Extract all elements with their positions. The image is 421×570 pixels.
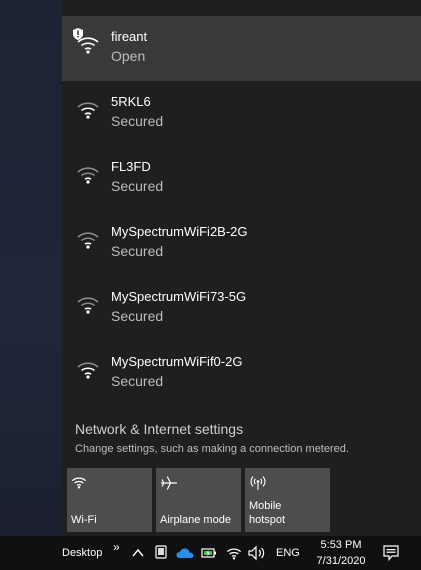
mobile-hotspot-label: Mobile hotspot bbox=[249, 500, 286, 526]
onedrive-icon[interactable] bbox=[176, 546, 194, 564]
wifi-toggle-button[interactable]: Wi-Fi bbox=[67, 468, 152, 532]
taskbar: Desktop » ENG 5:53 PM 7/31/2020 bbox=[0, 536, 421, 570]
clock-date[interactable]: 7/31/2020 bbox=[309, 554, 373, 568]
network-settings-link[interactable]: Network & Internet settings bbox=[75, 419, 405, 439]
shield-warning-icon bbox=[73, 27, 83, 40]
airplane-mode-button[interactable]: Airplane mode bbox=[156, 468, 241, 532]
network-item[interactable]: MySpectrumWiFif0-2G Secured bbox=[62, 341, 421, 406]
network-item[interactable]: FL3FD Secured bbox=[62, 146, 421, 211]
wifi-toggle-label: Wi-Fi bbox=[71, 514, 97, 526]
network-ssid: fireant bbox=[111, 29, 148, 44]
network-ssid: FL3FD bbox=[111, 159, 151, 174]
wifi-signal-icon bbox=[76, 292, 100, 316]
wifi-signal-icon bbox=[76, 227, 100, 251]
network-ssid: 5RKL6 bbox=[111, 94, 151, 109]
wifi-signal-icon bbox=[76, 97, 100, 121]
network-ssid: MySpectrumWiFi2B-2G bbox=[111, 224, 248, 239]
airplane-icon bbox=[160, 474, 237, 496]
tablet-icon[interactable] bbox=[155, 545, 167, 564]
input-language-indicator[interactable]: ENG bbox=[276, 546, 300, 560]
quick-actions: Wi-Fi Airplane mode Mobile hotspot bbox=[67, 468, 417, 532]
network-status: Secured bbox=[111, 178, 164, 194]
network-ssid: MySpectrumWiFi73-5G bbox=[111, 289, 247, 304]
network-status: Secured bbox=[111, 243, 164, 259]
network-status: Open bbox=[111, 48, 146, 64]
clock-time[interactable]: 5:53 PM bbox=[313, 538, 369, 552]
network-ssid: MySpectrumWiFif0-2G bbox=[111, 354, 243, 369]
desktop-background bbox=[0, 0, 62, 536]
wifi-tray-icon[interactable] bbox=[226, 545, 242, 566]
network-status: Secured bbox=[111, 373, 164, 389]
desktop-toolbar-label[interactable]: Desktop bbox=[62, 546, 102, 560]
battery-charging-icon[interactable] bbox=[201, 546, 217, 565]
mobile-hotspot-icon bbox=[249, 474, 326, 496]
mobile-hotspot-button[interactable]: Mobile hotspot bbox=[245, 468, 330, 532]
wifi-signal-icon bbox=[76, 162, 100, 186]
action-center-icon[interactable] bbox=[383, 545, 399, 566]
network-item[interactable]: 5RKL6 Secured bbox=[62, 81, 421, 146]
network-settings-description: Change settings, such as making a connec… bbox=[75, 443, 349, 455]
airplane-mode-label: Airplane mode bbox=[160, 514, 231, 526]
network-status: Secured bbox=[111, 113, 164, 129]
network-list: fireant Open 5RKL6 Secured FL3FD Secured… bbox=[62, 16, 421, 406]
toolbar-overflow-chevron[interactable]: » bbox=[113, 540, 120, 554]
wifi-signal-icon bbox=[76, 357, 100, 381]
volume-icon[interactable] bbox=[248, 545, 266, 566]
network-item[interactable]: MySpectrumWiFi73-5G Secured bbox=[62, 276, 421, 341]
show-hidden-icons-chevron-icon[interactable] bbox=[131, 546, 145, 565]
flyout-top-edge bbox=[62, 0, 421, 16]
wifi-icon bbox=[71, 474, 148, 496]
network-settings: Network & Internet settings Change setti… bbox=[75, 419, 405, 457]
network-flyout: fireant Open 5RKL6 Secured FL3FD Secured… bbox=[62, 0, 421, 536]
network-item[interactable]: fireant Open bbox=[62, 16, 421, 81]
network-item[interactable]: MySpectrumWiFi2B-2G Secured bbox=[62, 211, 421, 276]
network-status: Secured bbox=[111, 308, 164, 324]
